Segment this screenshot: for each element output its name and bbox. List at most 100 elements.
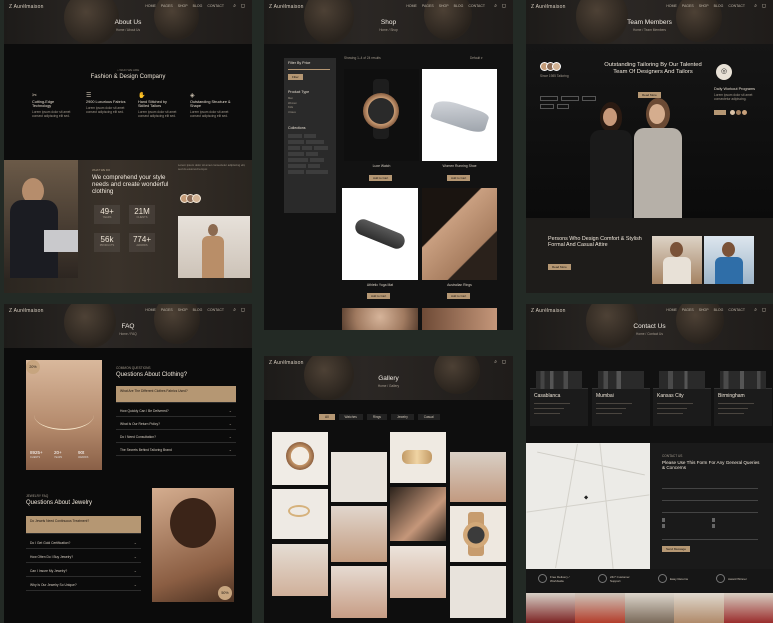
instagram-image[interactable] <box>723 593 773 623</box>
logo[interactable]: Z Aurélmaison <box>9 4 44 10</box>
logo[interactable]: Z Aurélmaison <box>269 360 304 366</box>
instagram-image[interactable] <box>575 593 625 623</box>
name-field[interactable] <box>662 482 758 489</box>
clothing-accordion: What Are The Different Clothes Fabrics U… <box>116 386 236 464</box>
question-text: The Secrets Behind Tailoring Brand <box>120 448 172 452</box>
cart-icon[interactable]: ◻ <box>502 3 506 9</box>
add-to-cart-button[interactable]: Add to Cart <box>447 175 471 181</box>
city-card: Casablanca <box>530 371 588 426</box>
question-text: How Quickly Can I Be Delivered? <box>120 409 169 413</box>
tab-jewelry[interactable]: Jewelry <box>390 414 414 420</box>
gallery-image[interactable] <box>272 489 328 539</box>
product-card[interactable] <box>342 188 418 280</box>
add-to-cart-button[interactable]: Add to Cart <box>367 293 391 299</box>
cart-icon[interactable]: ◻ <box>502 359 506 365</box>
main-nav: HOME PAGES SHOP BLOG CONTACT <box>145 4 224 8</box>
logo[interactable]: Z Aurélmaison <box>531 308 566 314</box>
gallery-filter-tabs: All Watches Rings Jewelry Casual <box>319 414 440 420</box>
email-field[interactable] <box>662 494 758 501</box>
accordion-item[interactable]: How Quickly Can I Be Delivered? ⌄ <box>116 406 236 417</box>
topic-checkboxes <box>662 518 758 528</box>
accordion-item[interactable]: Do I Need Consultation? ⌄ <box>116 432 236 443</box>
product-name[interactable]: Luxe Watch <box>344 164 419 168</box>
logo[interactable]: Z Aurélmaison <box>269 4 304 10</box>
accordion-item[interactable]: What Is Our Return Policy? ⌄ <box>116 419 236 430</box>
designer-woman-photo <box>586 100 636 218</box>
add-to-cart-button[interactable]: Add to Cart <box>447 293 471 299</box>
cart-icon[interactable]: ◻ <box>762 3 766 9</box>
accordion-item-open[interactable]: What Are The Different Clothes Fabrics U… <box>116 386 236 403</box>
accordion-item[interactable]: Do I Get Gold Certification? ⌄ <box>26 538 141 549</box>
product-card[interactable] <box>422 69 497 161</box>
team-member-photo[interactable] <box>652 236 702 284</box>
search-icon[interactable]: ⌕ <box>754 3 757 9</box>
breadcrumb[interactable]: Home / FAQ <box>4 332 252 336</box>
designer-woman-photo <box>630 98 686 218</box>
returns-icon <box>658 574 667 583</box>
cart-icon[interactable]: ◻ <box>762 307 766 313</box>
main-nav: HOME PAGES SHOP BLOG CONTACT <box>145 308 224 312</box>
accordion-item-open[interactable]: Do Jewels Need Continuous Treatment? <box>26 516 141 534</box>
city-card: Kansas City <box>653 371 711 426</box>
gallery-image[interactable] <box>272 432 328 485</box>
team-member-photo[interactable] <box>704 236 754 284</box>
jewelry-photo <box>342 308 418 330</box>
accordion-item[interactable]: How Often Do I Buy Jewelry? ⌄ <box>26 552 141 563</box>
gallery-image[interactable] <box>450 452 506 502</box>
fabric-icon: ☰ <box>86 93 92 99</box>
gallery-image[interactable] <box>272 544 328 596</box>
product-card[interactable] <box>344 69 419 161</box>
form-title: Please Use This Form For Any General Que… <box>662 460 760 471</box>
read-more-button[interactable]: Read More <box>548 264 571 270</box>
breadcrumb[interactable]: Home / Shop <box>264 28 513 32</box>
message-field[interactable] <box>662 532 758 540</box>
search-icon[interactable]: ⌕ <box>494 359 497 365</box>
instagram-image[interactable] <box>624 593 675 623</box>
logo[interactable]: Z Aurélmaison <box>531 4 566 10</box>
cart-icon[interactable]: ◻ <box>241 307 245 313</box>
accordion-item[interactable]: Can I Insure My Jewelry? ⌄ <box>26 566 141 577</box>
filter-button[interactable]: Filter <box>288 74 303 80</box>
tab-watches[interactable]: Watches <box>338 414 363 420</box>
rings-hand-image[interactable] <box>422 188 497 280</box>
gallery-image[interactable] <box>390 546 446 598</box>
gallery-image[interactable] <box>331 566 387 618</box>
accordion-item[interactable]: Why Is Our Jewelry So Unique? ⌄ <box>26 580 141 591</box>
add-to-cart-button[interactable]: Add to Cart <box>369 175 393 181</box>
gallery-image[interactable] <box>450 506 506 562</box>
cart-icon[interactable]: ◻ <box>241 3 245 9</box>
product-name[interactable]: Women Running Shoe <box>422 164 497 168</box>
search-icon[interactable]: ⌕ <box>494 3 497 9</box>
search-icon[interactable]: ⌕ <box>233 3 236 9</box>
breadcrumb[interactable]: Home / Contact Us <box>526 332 773 336</box>
price-slider[interactable] <box>288 69 330 70</box>
map-pin-icon[interactable]: ⬥ <box>584 495 588 502</box>
gallery-image[interactable] <box>390 487 446 541</box>
hero-headline: Outstanding Tailoring By Our Talented Te… <box>604 62 702 75</box>
logo[interactable]: Z Aurélmaison <box>9 308 44 314</box>
gallery-image[interactable] <box>331 452 387 502</box>
page-title: Contact Us <box>633 323 666 330</box>
instagram-image[interactable] <box>674 593 724 623</box>
breadcrumb[interactable]: Home / Team Members <box>526 28 773 32</box>
phone-field[interactable] <box>662 506 758 513</box>
tab-casual[interactable]: Casual <box>417 414 440 420</box>
gallery-image[interactable] <box>390 432 446 483</box>
instagram-image[interactable] <box>526 593 576 623</box>
gallery-image[interactable] <box>450 566 506 618</box>
discount-badge: 20% <box>26 360 40 374</box>
product-name[interactable]: Athletic Yoga Mat <box>342 283 418 287</box>
stat-label: YEARS <box>102 216 112 219</box>
product-name[interactable]: Australian Rings <box>422 283 497 287</box>
breadcrumb[interactable]: Home / About Us <box>4 28 252 32</box>
tab-all[interactable]: All <box>319 414 335 420</box>
breadcrumb[interactable]: Home / Gallery <box>264 384 513 388</box>
gallery-page: Z Aurélmaison ⌕ ◻ Gallery Home / Gallery… <box>264 356 513 623</box>
tab-rings[interactable]: Rings <box>366 414 387 420</box>
search-icon[interactable]: ⌕ <box>233 307 236 313</box>
location-map[interactable]: ⬥ <box>526 443 650 569</box>
accordion-item[interactable]: The Secrets Behind Tailoring Brand ⌄ <box>116 445 236 456</box>
gallery-image[interactable] <box>331 506 387 562</box>
search-icon[interactable]: ⌕ <box>754 307 757 313</box>
send-message-button[interactable]: Send Message <box>662 546 691 552</box>
